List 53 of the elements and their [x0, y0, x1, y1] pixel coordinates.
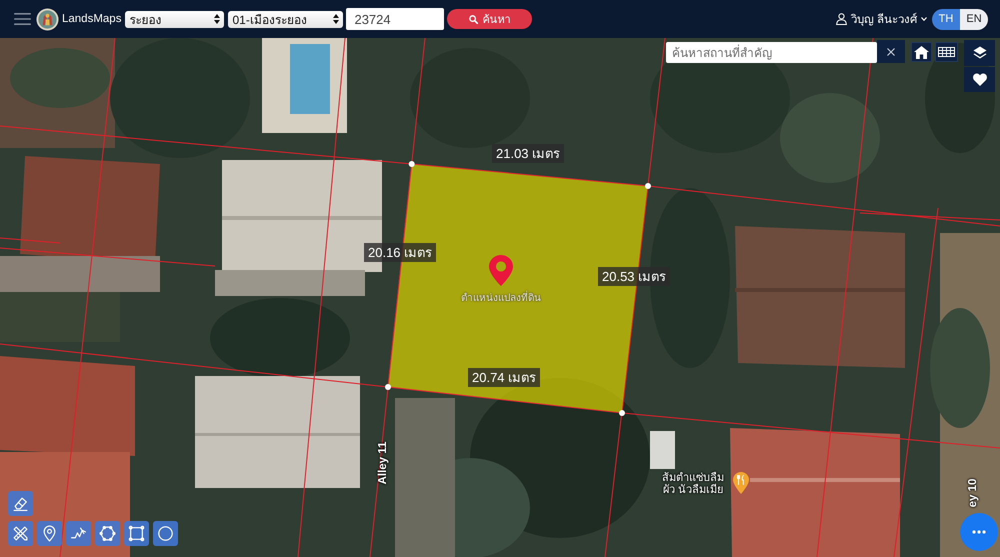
eraser-icon: [12, 495, 29, 512]
home-button[interactable]: [911, 42, 932, 62]
circle-tool-button[interactable]: [153, 521, 178, 546]
more-icon: [972, 530, 986, 534]
layers-button[interactable]: [964, 40, 995, 66]
updown-caret-icon: [333, 14, 340, 24]
location-pin-icon: [41, 525, 58, 542]
language-option[interactable]: TH: [932, 8, 960, 30]
eraser-tool-button[interactable]: [8, 491, 33, 516]
clear-button[interactable]: [877, 40, 905, 63]
distance-label: 20.53 เมตร: [598, 267, 670, 286]
street-label: ey 10: [967, 478, 979, 508]
vertex-dot-icon[interactable]: [645, 183, 651, 189]
search-button[interactable]: ค้นหา: [447, 9, 532, 29]
heart-icon: [972, 73, 986, 86]
marker-tool-button[interactable]: [37, 521, 62, 546]
vertex-dot-icon[interactable]: [385, 384, 391, 390]
vertex-dot-icon[interactable]: [408, 161, 415, 167]
emblem-logo-icon: [36, 8, 59, 30]
province-select[interactable]: ระยอง: [125, 10, 224, 28]
line-tool-button[interactable]: [66, 521, 91, 546]
close-icon: [887, 48, 895, 56]
user-menu[interactable]: วิบุญ ลีนะวงศ์: [836, 10, 927, 28]
circle-icon: [157, 525, 174, 542]
layers-icon: [972, 46, 986, 60]
edit-tool-button[interactable]: [8, 521, 33, 546]
grid-icon: [938, 47, 955, 57]
home-icon: [914, 46, 929, 58]
cutlery-pin-icon[interactable]: [733, 472, 749, 494]
favorites-button[interactable]: [964, 67, 995, 92]
parcel-number-field[interactable]: 23724: [346, 8, 444, 30]
district-select[interactable]: 01-เมืองระยอง: [228, 10, 344, 28]
vertex-dot-icon[interactable]: [619, 410, 625, 416]
polygon-tool-button[interactable]: [95, 521, 120, 546]
distance-label: 20.74 เมตร: [468, 368, 540, 387]
chevron-down-icon: [921, 17, 927, 21]
parcel-marker-label: ตำแหน่งแปลงที่ดิน: [461, 290, 541, 305]
language-option[interactable]: EN: [960, 8, 988, 30]
menu-icon[interactable]: [14, 13, 31, 25]
polygon-icon: [99, 525, 116, 542]
grid-button[interactable]: [935, 42, 958, 62]
place-search-field[interactable]: ค้นหาสถานที่สำคัญ: [666, 42, 877, 63]
street-label: Alley 11: [377, 442, 389, 484]
updown-caret-icon: [214, 14, 220, 24]
distance-label: 21.03 เมตร: [492, 144, 564, 163]
distance-label: 20.16 เมตร: [364, 243, 436, 262]
square-vertices-icon: [128, 525, 145, 542]
search-icon: [469, 14, 478, 24]
rectangle-tool-button[interactable]: [124, 521, 149, 546]
user-icon: [836, 13, 847, 25]
place-label: ส้มตำแซ่บลืม ผัว นัวลืมเมีย: [662, 472, 724, 496]
pencil-ruler-icon: [12, 525, 29, 542]
app-name: LandsMaps: [62, 13, 122, 25]
